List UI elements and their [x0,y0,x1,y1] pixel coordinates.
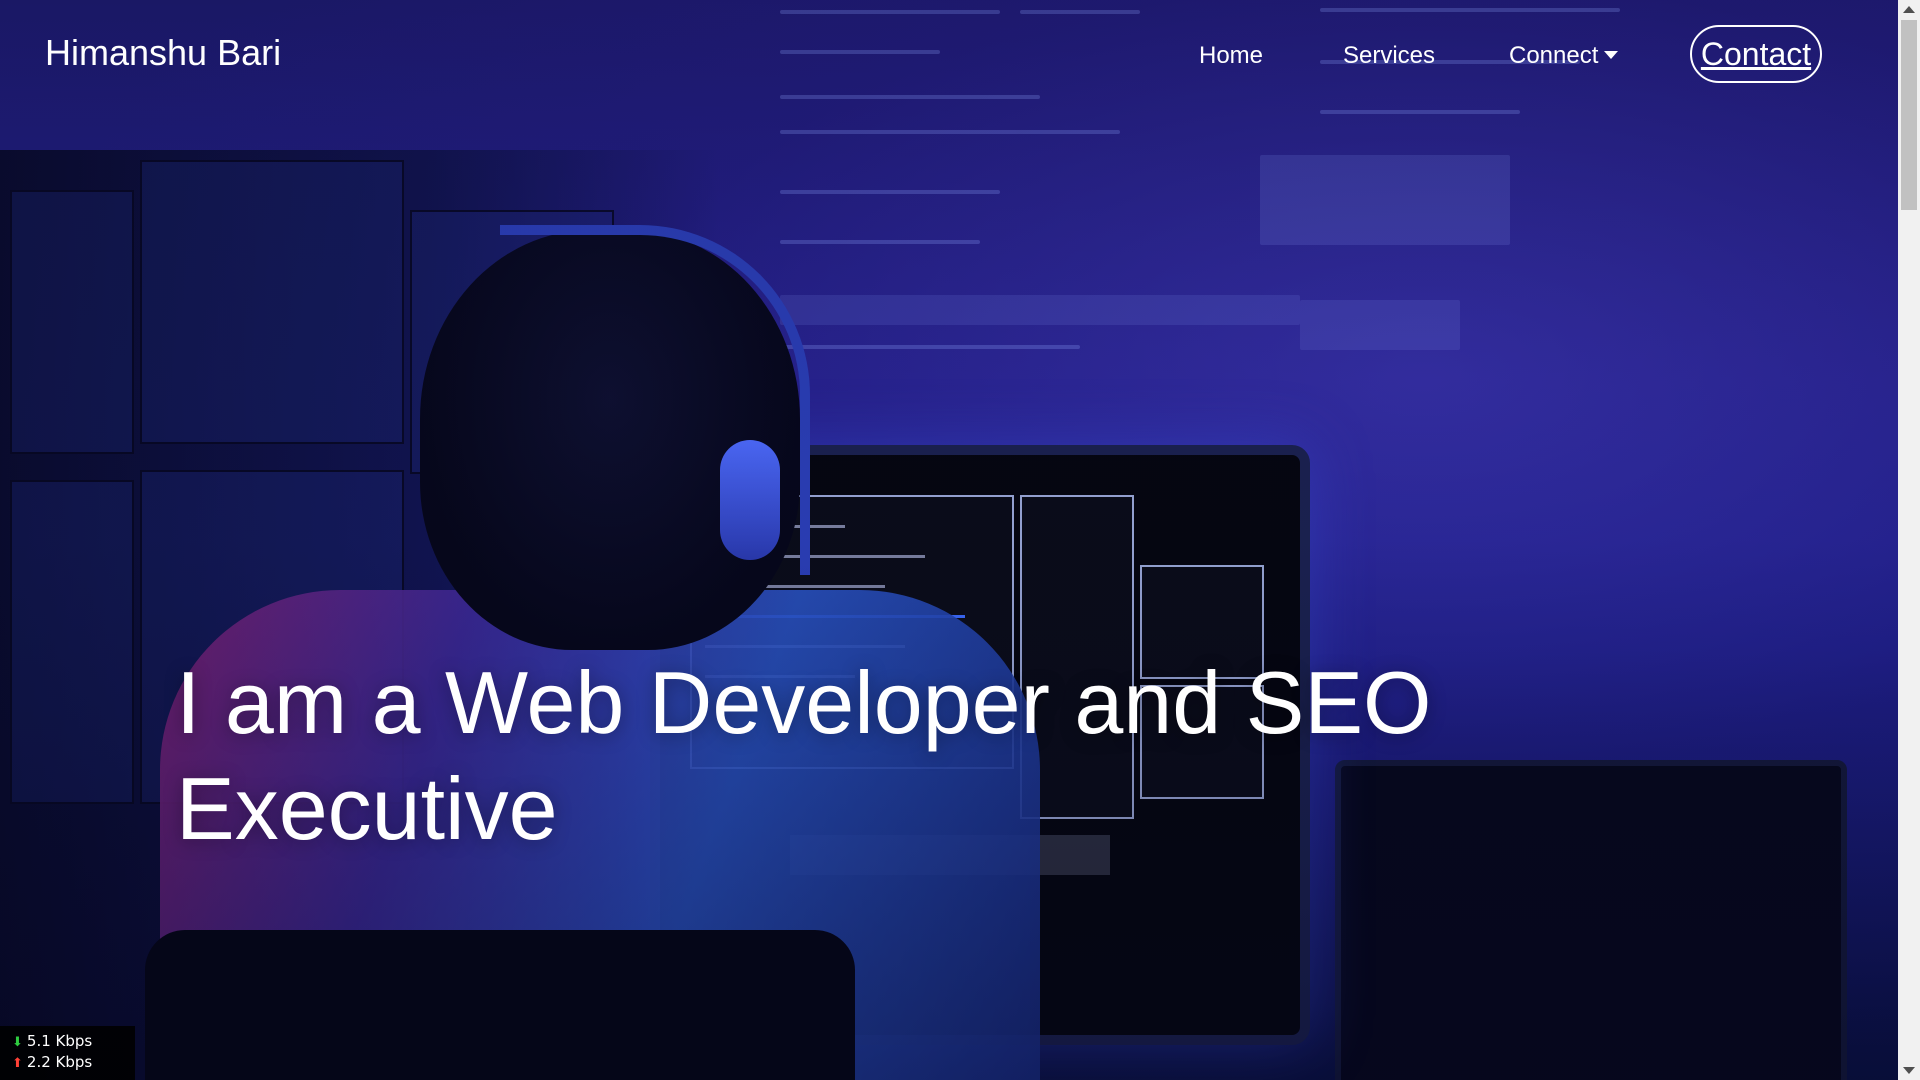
scroll-down-arrow-icon[interactable] [1903,1067,1915,1074]
arrow-up-icon: ⬆ [12,1056,23,1071]
chevron-down-icon [1604,50,1619,59]
main-nav: Home Services Connect [0,38,1898,78]
nav-dropdown-connect[interactable]: Connect [1509,38,1619,74]
nav-connect-label: Connect [1509,42,1599,69]
hero-headline: I am a Web Developer and SEO Executive [176,653,1432,858]
upload-speed-row: ⬆ 2.2 Kbps [12,1052,92,1072]
network-speed-widget: ⬇ 5.1 Kbps ⬆ 2.2 Kbps [0,1026,135,1080]
arrow-down-icon: ⬇ [12,1035,23,1050]
scroll-up-arrow-icon[interactable] [1903,6,1915,13]
download-speed-row: ⬇ 5.1 Kbps [12,1031,92,1051]
upload-speed-value: 2.2 Kbps [26,1053,93,1071]
nav-link-home[interactable]: Home [1199,38,1263,74]
page-scrollbar[interactable] [1898,0,1920,1080]
background-overlay [0,0,1898,1080]
download-speed-value: 5.1 Kbps [26,1032,93,1050]
page-viewport: Himanshu Bari Home Services Connect Cont… [0,0,1898,1080]
nav-link-services[interactable]: Services [1343,38,1435,74]
scrollbar-thumb[interactable] [1901,20,1917,210]
contact-button[interactable]: Contact [1690,25,1822,83]
